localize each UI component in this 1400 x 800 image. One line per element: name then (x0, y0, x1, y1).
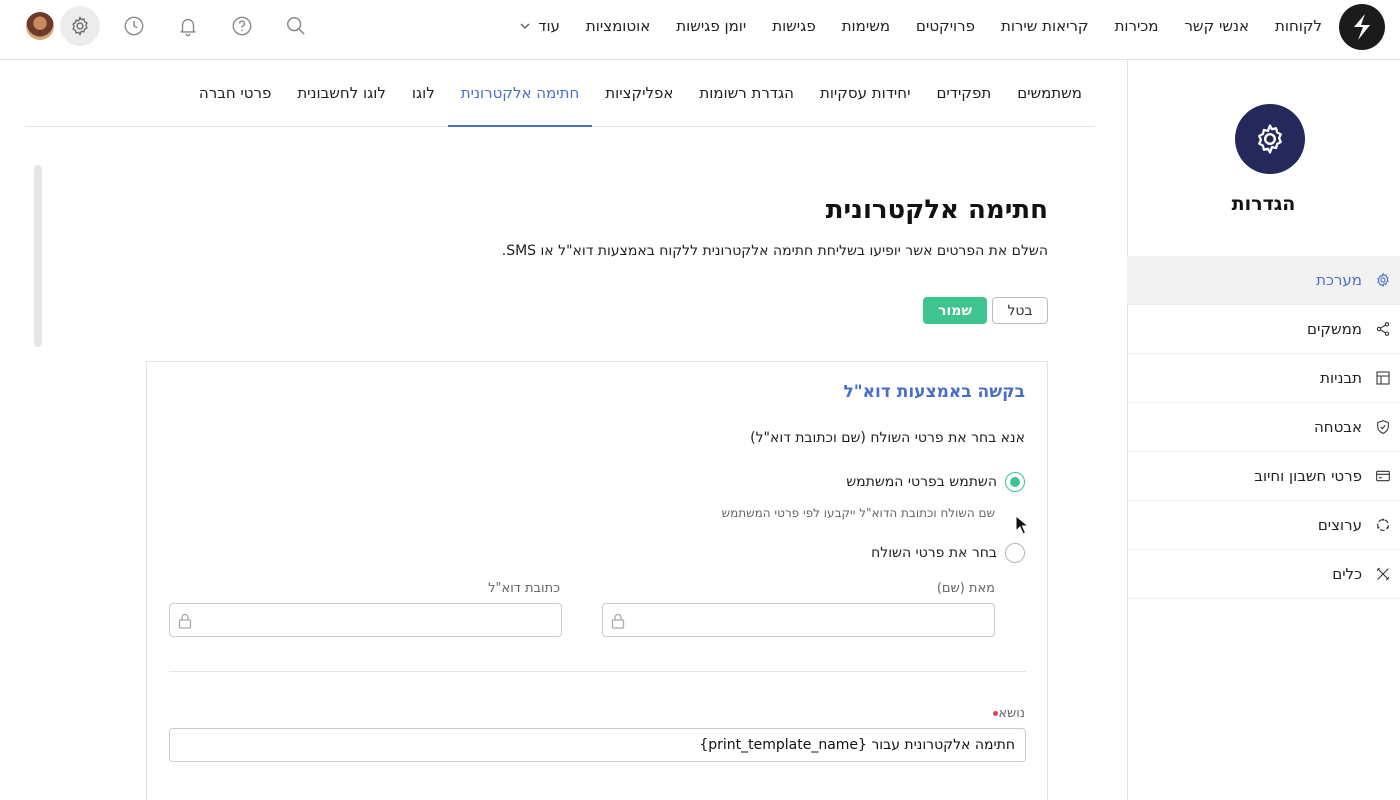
tab-company-details[interactable]: פרטי חברה (186, 60, 284, 126)
radio-label: בחר את פרטי השולח (871, 545, 997, 561)
cancel-button[interactable]: בטל (992, 297, 1048, 324)
gear-icon (1258, 124, 1282, 154)
mouse-cursor-icon (1015, 515, 1029, 535)
page-title: חתימה אלקטרונית (825, 195, 1048, 225)
sidebar-item-security[interactable]: אבטחה (1127, 403, 1400, 452)
settings-badge (1235, 104, 1305, 174)
settings-sidebar: הגדרות מערכת ממשקים תבניות אבטחה פרטי חש… (1127, 60, 1400, 800)
top-bar: לקוחות אנשי קשר מכירות קריאות שירות פרוי… (0, 0, 1400, 60)
tools-icon (1376, 567, 1390, 581)
sidebar-menu: מערכת ממשקים תבניות אבטחה פרטי חשבון וחי… (1127, 256, 1400, 599)
card-title: בקשה באמצעות דוא"ל (843, 382, 1025, 402)
radio-use-user-details[interactable]: השתמש בפרטי המשתמש (846, 472, 1025, 492)
tab-roles[interactable]: תפקידים (923, 60, 1004, 126)
history-button[interactable] (114, 6, 154, 46)
main-nav: לקוחות אנשי קשר מכירות קריאות שירות פרוי… (520, 0, 1322, 52)
radio-help-text: שם השולח וכתובת הדוא"ל ייקבעו לפי פרטי ה… (721, 506, 995, 520)
card-subtitle: אנא בחר את פרטי השולח (שם וכתובת דוא"ל) (750, 430, 1025, 446)
clock-icon (124, 16, 144, 36)
layout-icon (1376, 371, 1390, 385)
from-name-label: מאת (שם) (936, 581, 995, 596)
sidebar-item-label: ערוצים (1317, 516, 1362, 534)
sidebar-item-billing[interactable]: פרטי חשבון וחיוב (1127, 452, 1400, 501)
email-request-card: בקשה באמצעות דוא"ל אנא בחר את פרטי השולח… (146, 361, 1048, 800)
radio-button[interactable] (1005, 543, 1025, 563)
from-name-field[interactable] (602, 603, 995, 637)
subject-label: נושא (988, 706, 1025, 721)
top-icons (20, 0, 330, 52)
nav-calendar[interactable]: יומן פגישות (676, 17, 746, 35)
sidebar-item-integrations[interactable]: ממשקים (1127, 305, 1400, 354)
sidebar-item-tools[interactable]: כלים (1127, 550, 1400, 599)
divider (169, 671, 1026, 672)
settings-tabs: משתמשים תפקידים יחידות עסקיות הגדרת רשומ… (25, 60, 1095, 127)
nav-sales[interactable]: מכירות (1115, 17, 1159, 35)
radio-label: השתמש בפרטי המשתמש (846, 474, 997, 490)
chevron-down-icon (520, 23, 530, 29)
nav-contacts[interactable]: אנשי קשר (1184, 17, 1249, 35)
sidebar-item-templates[interactable]: תבניות (1127, 354, 1400, 403)
scrollbar[interactable] (34, 165, 42, 347)
nav-more-label: עוד (538, 17, 560, 35)
shield-icon (1377, 420, 1389, 434)
save-button[interactable]: שמור (923, 297, 987, 324)
avatar[interactable] (20, 6, 60, 46)
tab-applications[interactable]: אפליקציות (592, 60, 686, 126)
search-icon (287, 17, 305, 35)
nav-tasks[interactable]: משימות (842, 17, 890, 35)
sidebar-item-channels[interactable]: ערוצים (1127, 501, 1400, 550)
email-field[interactable] (169, 603, 562, 637)
help-button[interactable] (222, 6, 262, 46)
sidebar-item-label: אבטחה (1313, 418, 1362, 436)
form-actions: בטל שמור (923, 297, 1048, 324)
tab-users[interactable]: משתמשים (1004, 60, 1095, 126)
bell-icon (180, 18, 196, 37)
help-icon (232, 16, 252, 36)
tab-business-units[interactable]: יחידות עסקיות (807, 60, 923, 126)
subject-label-text: נושא (998, 706, 1025, 721)
nav-meetings[interactable]: פגישות (772, 17, 815, 35)
email-label: כתובת דוא"ל (488, 581, 560, 596)
lock-icon (611, 613, 625, 629)
gear-icon (72, 16, 88, 36)
settings-button[interactable] (60, 6, 100, 46)
page-description: השלם את הפרטים אשר יופיעו בשליחת חתימה א… (501, 243, 1048, 259)
sidebar-item-label: מערכת (1316, 271, 1362, 289)
nav-service-calls[interactable]: קריאות שירות (1001, 17, 1089, 35)
notifications-button[interactable] (168, 6, 208, 46)
gear-icon (1377, 273, 1389, 287)
tab-logo[interactable]: לוגו (399, 60, 448, 126)
sidebar-item-label: כלים (1332, 565, 1362, 583)
lock-icon (178, 613, 192, 629)
share-icon (1376, 322, 1390, 336)
channels-icon (1377, 518, 1389, 531)
nav-customers[interactable]: לקוחות (1275, 17, 1322, 35)
app-logo[interactable] (1339, 4, 1385, 50)
search-button[interactable] (276, 6, 316, 46)
sidebar-item-label: ממשקים (1307, 320, 1362, 338)
sidebar-item-system[interactable]: מערכת (1127, 256, 1400, 305)
credit-card-icon (1376, 470, 1390, 482)
sidebar-item-label: פרטי חשבון וחיוב (1254, 467, 1362, 485)
radio-choose-sender[interactable]: בחר את פרטי השולח (871, 543, 1025, 563)
tab-electronic-signature[interactable]: חתימה אלקטרונית (447, 60, 593, 127)
sidebar-title: הגדרות (1231, 193, 1296, 215)
tab-invoice-logo[interactable]: לוגו לחשבונית (284, 60, 399, 126)
subject-input[interactable] (169, 728, 1026, 762)
nav-automations[interactable]: אוטומציות (586, 17, 650, 35)
radio-button[interactable] (1005, 472, 1025, 492)
nav-more-dropdown[interactable]: עוד (520, 17, 560, 35)
nav-projects[interactable]: פרויקטים (916, 17, 975, 35)
tab-record-settings[interactable]: הגדרת רשומות (686, 60, 807, 126)
sidebar-item-label: תבניות (1320, 369, 1362, 387)
logo-icon (1354, 14, 1370, 40)
